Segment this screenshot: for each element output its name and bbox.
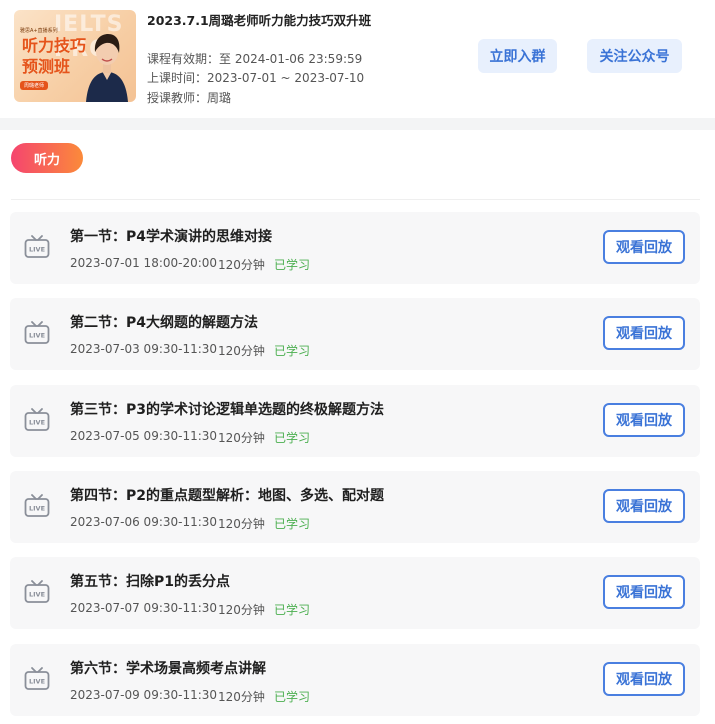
lesson-duration: 120分钟: [218, 431, 265, 445]
lesson-status: 已学习: [274, 431, 311, 445]
lesson-item[interactable]: LIVE 第一节：P4学术演讲的思维对接 2023-07-01 18:00-20…: [10, 212, 700, 284]
lesson-item[interactable]: LIVE 第五节：扫除P1的丢分点 2023-07-07 09:30-11:30…: [10, 557, 700, 629]
follow-account-button[interactable]: 关注公众号: [587, 39, 682, 73]
watch-replay-button[interactable]: 观看回放: [603, 403, 685, 437]
svg-text:LIVE: LIVE: [29, 246, 45, 254]
course-validity: 课程有效期：至 2024-01-06 23:59:59: [147, 52, 363, 66]
watch-replay-button[interactable]: 观看回放: [603, 230, 685, 264]
course-cover-image[interactable]: IELTS PRO 雅思A+直播系列 听力技巧 预测班 周璐老师: [14, 10, 136, 102]
cover-title-line1: 听力技巧: [22, 36, 87, 55]
svg-text:LIVE: LIVE: [29, 419, 45, 427]
course-header: IELTS PRO 雅思A+直播系列 听力技巧 预测班 周璐老师 2023.7.…: [0, 0, 715, 118]
lesson-time: 2023-07-06 09:30-11:30: [70, 515, 218, 529]
lesson-title: 第四节：P2的重点题型解析：地图、多选、配对题: [70, 488, 385, 504]
section-separator: [0, 118, 715, 130]
lesson-title: 第一节：P4学术演讲的思维对接: [70, 229, 273, 245]
svg-text:LIVE: LIVE: [29, 678, 45, 686]
course-title: 2023.7.1周璐老师听力能力技巧双升班: [147, 13, 372, 28]
watch-replay-button[interactable]: 观看回放: [603, 575, 685, 609]
join-group-button[interactable]: 立即入群: [478, 39, 557, 73]
live-tv-icon: LIVE: [24, 235, 50, 258]
divider: [11, 199, 700, 200]
svg-text:LIVE: LIVE: [29, 332, 45, 340]
live-tv-icon: LIVE: [24, 580, 50, 603]
lesson-item[interactable]: LIVE 第四节：P2的重点题型解析：地图、多选、配对题 2023-07-06 …: [10, 471, 700, 543]
teacher-photo: [86, 34, 128, 102]
lesson-status: 已学习: [274, 258, 311, 272]
live-tv-icon: LIVE: [24, 408, 50, 431]
lesson-time: 2023-07-03 09:30-11:30: [70, 342, 218, 356]
cover-series-label: 雅思A+直播系列: [20, 28, 58, 34]
category-tag-listening[interactable]: 听力: [11, 143, 83, 173]
lesson-duration: 120分钟: [218, 603, 265, 617]
lesson-item[interactable]: LIVE 第二节：P4大纲题的解题方法 2023-07-03 09:30-11:…: [10, 298, 700, 370]
lesson-title: 第五节：扫除P1的丢分点: [70, 574, 231, 590]
live-tv-icon: LIVE: [24, 667, 50, 690]
course-teacher: 授课教师：周璐: [147, 91, 232, 105]
lesson-item[interactable]: LIVE 第三节：P3的学术讨论逻辑单选题的终极解题方法 2023-07-05 …: [10, 385, 700, 457]
lesson-duration: 120分钟: [218, 517, 265, 531]
lesson-duration: 120分钟: [218, 690, 265, 704]
lesson-status: 已学习: [274, 603, 311, 617]
watch-replay-button[interactable]: 观看回放: [603, 662, 685, 696]
lesson-time: 2023-07-05 09:30-11:30: [70, 429, 218, 443]
lesson-item[interactable]: LIVE 第六节：学术场景高频考点讲解 2023-07-09 09:30-11:…: [10, 644, 700, 716]
cover-title-line2: 预测班: [22, 57, 71, 76]
lesson-time: 2023-07-09 09:30-11:30: [70, 688, 218, 702]
course-class-time: 上课时间：2023-07-01 ~ 2023-07-10: [147, 71, 365, 85]
svg-text:LIVE: LIVE: [29, 505, 45, 513]
lesson-status: 已学习: [274, 344, 311, 358]
lesson-time: 2023-07-07 09:30-11:30: [70, 601, 218, 615]
lesson-title: 第二节：P4大纲题的解题方法: [70, 315, 259, 331]
lesson-duration: 120分钟: [218, 344, 265, 358]
lesson-duration: 120分钟: [218, 258, 265, 272]
watch-replay-button[interactable]: 观看回放: [603, 489, 685, 523]
lesson-title: 第三节：P3的学术讨论逻辑单选题的终极解题方法: [70, 402, 385, 418]
lesson-status: 已学习: [274, 690, 311, 704]
lesson-title: 第六节：学术场景高频考点讲解: [70, 661, 266, 677]
lesson-time: 2023-07-01 18:00-20:00: [70, 256, 218, 270]
svg-text:LIVE: LIVE: [29, 591, 45, 599]
live-tv-icon: LIVE: [24, 494, 50, 517]
watch-replay-button[interactable]: 观看回放: [603, 316, 685, 350]
lesson-list-panel: 听力 LIVE 第一节：P4学术演讲的思维对接 2023-07-01 18:00…: [0, 130, 715, 724]
cover-teacher-tag: 周璐老师: [20, 81, 49, 90]
lesson-status: 已学习: [274, 517, 311, 531]
live-tv-icon: LIVE: [24, 321, 50, 344]
